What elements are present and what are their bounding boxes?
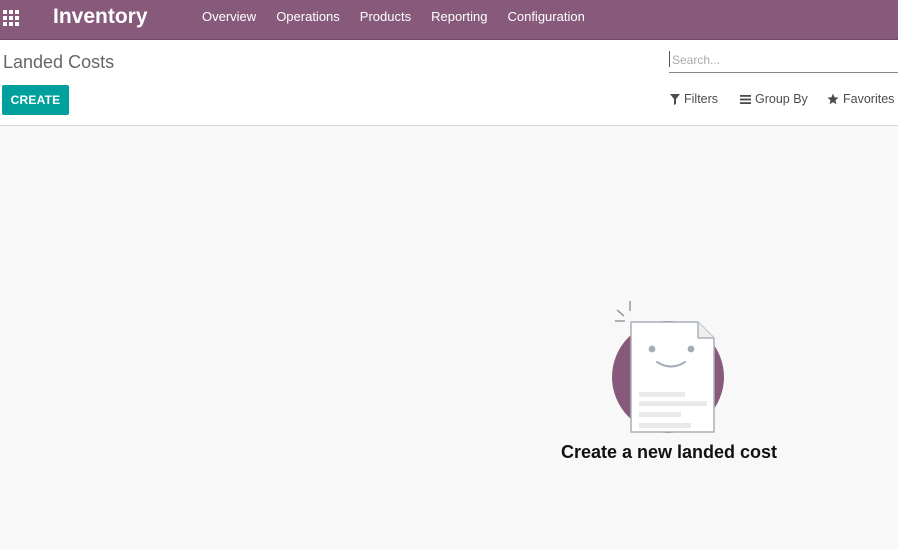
- menu-overview[interactable]: Overview: [192, 0, 266, 34]
- apps-grid-icon[interactable]: [3, 10, 19, 26]
- filter-icon: [670, 93, 680, 105]
- control-panel: Landed Costs CREATE Filters Group By Fav…: [0, 40, 898, 126]
- star-icon: [827, 93, 839, 105]
- empty-state-title: Create a new landed cost: [560, 442, 778, 462]
- favorites-button[interactable]: Favorites: [827, 92, 894, 106]
- filters-label: Filters: [684, 92, 719, 106]
- menu-operations[interactable]: Operations: [266, 0, 350, 34]
- menu-configuration[interactable]: Configuration: [497, 0, 594, 34]
- search-input[interactable]: [669, 51, 892, 67]
- empty-state: Create a new landed cost: [540, 296, 798, 463]
- create-button[interactable]: CREATE: [2, 85, 69, 115]
- group-by-label: Group By: [755, 92, 808, 106]
- favorites-label: Favorites: [843, 92, 895, 106]
- search-box: [669, 51, 898, 73]
- app-brand[interactable]: Inventory: [53, 4, 148, 30]
- group-by-button[interactable]: Group By: [740, 92, 808, 106]
- menu-products[interactable]: Products: [350, 0, 421, 34]
- top-navbar: Inventory Overview Operations Products R…: [0, 0, 898, 40]
- smiling-document-illustration: [612, 301, 724, 433]
- main-menu: Overview Operations Products Reporting C…: [192, 0, 595, 34]
- menu-reporting[interactable]: Reporting: [421, 0, 497, 34]
- sparkle-icon: [615, 301, 631, 322]
- breadcrumb: Landed Costs: [3, 52, 115, 72]
- list-bars-icon: [740, 94, 751, 104]
- filters-button[interactable]: Filters: [670, 92, 718, 106]
